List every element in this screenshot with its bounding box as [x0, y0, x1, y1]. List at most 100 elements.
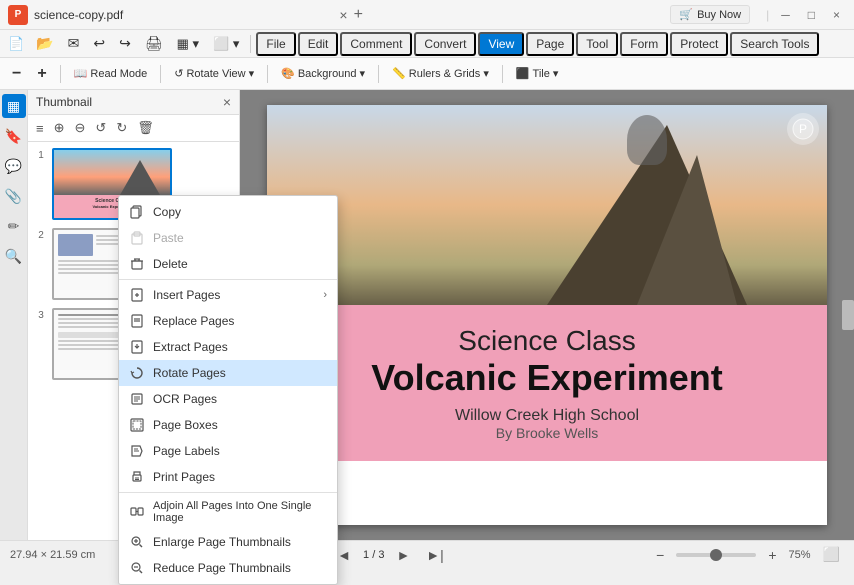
- rotate-view-button[interactable]: ↺ Rotate View ▾: [168, 64, 260, 83]
- print-pages-icon: [129, 469, 145, 485]
- print-button[interactable]: 🖨: [139, 32, 169, 55]
- page-button[interactable]: ⬜ ▾: [207, 33, 245, 55]
- context-menu-separator-1: [119, 279, 337, 280]
- pdf-volcano-highlight: [637, 155, 737, 305]
- scroll-handle[interactable]: [842, 300, 854, 330]
- sidebar-icons: ▦ 🔖 💬 📎 ✏ 🔍: [0, 90, 28, 540]
- context-menu-replace-pages[interactable]: Replace Pages: [119, 308, 337, 334]
- context-menu-copy[interactable]: Copy: [119, 199, 337, 225]
- pdf-content-section: Science Class Volcanic Experiment Willow…: [267, 305, 827, 461]
- rulers-grids-button[interactable]: 📏 Rulers & Grids ▾: [386, 64, 495, 83]
- thumb-rotate-cw-button[interactable]: ↺: [91, 118, 110, 138]
- context-menu-print-pages[interactable]: Print Pages: [119, 464, 337, 490]
- zoom-in-status-button[interactable]: +: [764, 545, 780, 565]
- attachment-icon-button[interactable]: 📎: [2, 184, 26, 208]
- open-button[interactable]: 📂: [30, 32, 59, 55]
- minimize-button[interactable]: ─: [775, 6, 796, 24]
- menu-item-tool[interactable]: Tool: [576, 32, 618, 56]
- close-window-button[interactable]: ×: [827, 6, 846, 24]
- context-menu-extract-pages[interactable]: Extract Pages: [119, 334, 337, 360]
- thumb-menu-button[interactable]: ≡: [32, 119, 48, 138]
- thumb-delete-button[interactable]: 🗑: [133, 118, 158, 138]
- context-menu-reduce-thumbnails[interactable]: Reduce Page Thumbnails: [119, 555, 337, 581]
- svg-text:P: P: [799, 122, 807, 136]
- context-menu-page-labels[interactable]: Page Labels: [119, 438, 337, 464]
- comment-icon-button[interactable]: 💬: [2, 154, 26, 178]
- pdf-school-name: Willow Creek High School: [287, 407, 807, 425]
- reduce-thumbnails-icon: [129, 560, 145, 576]
- filename-label: science-copy.pdf: [34, 8, 329, 22]
- menu-item-form[interactable]: Form: [620, 32, 668, 56]
- menu-item-comment[interactable]: Comment: [340, 32, 412, 56]
- context-menu-rotate-pages[interactable]: Rotate Pages: [119, 360, 337, 386]
- pdf-title-line1: Science Class: [287, 325, 807, 357]
- copy-icon: [129, 204, 145, 220]
- thumbnail-icon-button[interactable]: ▦: [2, 94, 26, 118]
- zoom-out-status-button[interactable]: −: [652, 545, 668, 565]
- go-to-next-page-button[interactable]: ►: [392, 545, 414, 565]
- menu-item-view[interactable]: View: [478, 32, 524, 56]
- menu-item-convert[interactable]: Convert: [414, 32, 476, 56]
- menu-item-search-tools[interactable]: Search Tools: [730, 32, 819, 56]
- search-icon-button[interactable]: 🔍: [2, 244, 26, 268]
- adjoin-icon: [129, 504, 145, 520]
- thumb-zoom-in-button[interactable]: ⊕: [50, 118, 69, 138]
- pdf-volcano-section: P: [267, 105, 827, 305]
- context-menu-adjoin[interactable]: Adjoin All Pages Into One Single Image: [119, 495, 337, 529]
- book-icon: 📖: [74, 67, 88, 80]
- zoom-out-button[interactable]: −: [6, 62, 27, 86]
- file-menu-icon: 📄: [4, 36, 28, 52]
- menu-item-protect[interactable]: Protect: [670, 32, 728, 56]
- buy-now-button[interactable]: 🛒 Buy Now: [670, 5, 750, 24]
- maximize-button[interactable]: □: [802, 6, 821, 24]
- paste-icon: [129, 230, 145, 246]
- context-menu: Copy Paste Delete Insert Pages ›: [118, 195, 338, 585]
- context-menu-ocr-pages[interactable]: OCR Pages: [119, 386, 337, 412]
- add-tab-button[interactable]: +: [354, 6, 363, 24]
- replace-pages-icon: [129, 313, 145, 329]
- context-menu-insert-pages[interactable]: Insert Pages ›: [119, 282, 337, 308]
- thumbnail-toolbar: ≡ ⊕ ⊖ ↺ ↻ 🗑: [28, 115, 239, 142]
- view-dropdown[interactable]: ▦ ▾: [171, 33, 205, 55]
- page-labels-icon: [129, 443, 145, 459]
- email-button[interactable]: ✉: [62, 32, 86, 55]
- thumbnail-title: Thumbnail: [36, 95, 223, 109]
- pdf-author-name: By Brooke Wells: [287, 425, 807, 441]
- thumb-rotate-ccw-button[interactable]: ↻: [112, 118, 131, 138]
- close-tab-button[interactable]: ×: [339, 7, 347, 23]
- background-button[interactable]: 🎨 Background ▾: [275, 64, 371, 83]
- insert-pages-arrow: ›: [323, 289, 327, 301]
- zoom-in-button[interactable]: +: [31, 62, 52, 86]
- ruler-icon: 📏: [392, 67, 406, 80]
- zoom-slider-thumb[interactable]: [710, 549, 722, 561]
- view-toolbar: − + 📖 Read Mode ↺ Rotate View ▾ 🎨 Backgr…: [0, 58, 854, 90]
- zoom-slider[interactable]: [676, 553, 756, 557]
- undo-button[interactable]: ↩: [87, 32, 111, 55]
- thumbnail-close-button[interactable]: ×: [223, 94, 231, 110]
- insert-pages-icon: [129, 287, 145, 303]
- delete-icon: [129, 256, 145, 272]
- pdf-page-watermark-icon: P: [787, 113, 819, 145]
- menu-items-container: FileEditCommentConvertViewPageToolFormPr…: [256, 32, 819, 56]
- context-menu-delete[interactable]: Delete: [119, 251, 337, 277]
- context-menu-page-boxes[interactable]: Page Boxes: [119, 412, 337, 438]
- context-menu-separator-2: [119, 492, 337, 493]
- go-to-last-page-button[interactable]: ►|: [422, 545, 448, 565]
- rotate-pages-icon: [129, 365, 145, 381]
- read-mode-button[interactable]: 📖 Read Mode: [68, 64, 154, 83]
- fit-window-button[interactable]: ⬜: [819, 544, 844, 565]
- menu-item-file[interactable]: File: [256, 32, 295, 56]
- pdf-title-line2: Volcanic Experiment: [287, 357, 807, 399]
- thumb-zoom-out-button[interactable]: ⊖: [71, 118, 90, 138]
- context-menu-paste: Paste: [119, 225, 337, 251]
- titlebar: P science-copy.pdf × + 🛒 Buy Now | ─ □ ×: [0, 0, 854, 30]
- context-menu-enlarge-thumbnails[interactable]: Enlarge Page Thumbnails: [119, 529, 337, 555]
- redo-button[interactable]: ↪: [113, 32, 137, 55]
- menu-item-edit[interactable]: Edit: [298, 32, 339, 56]
- bookmark-icon-button[interactable]: 🔖: [2, 124, 26, 148]
- signature-icon-button[interactable]: ✏: [2, 214, 26, 238]
- tile-button[interactable]: ⬛ Tile ▾: [510, 64, 565, 83]
- menu-item-page[interactable]: Page: [526, 32, 574, 56]
- extract-pages-icon: [129, 339, 145, 355]
- menubar: 📄 📂 ✉ ↩ ↪ 🖨 ▦ ▾ ⬜ ▾ FileEditCommentConve…: [0, 30, 854, 58]
